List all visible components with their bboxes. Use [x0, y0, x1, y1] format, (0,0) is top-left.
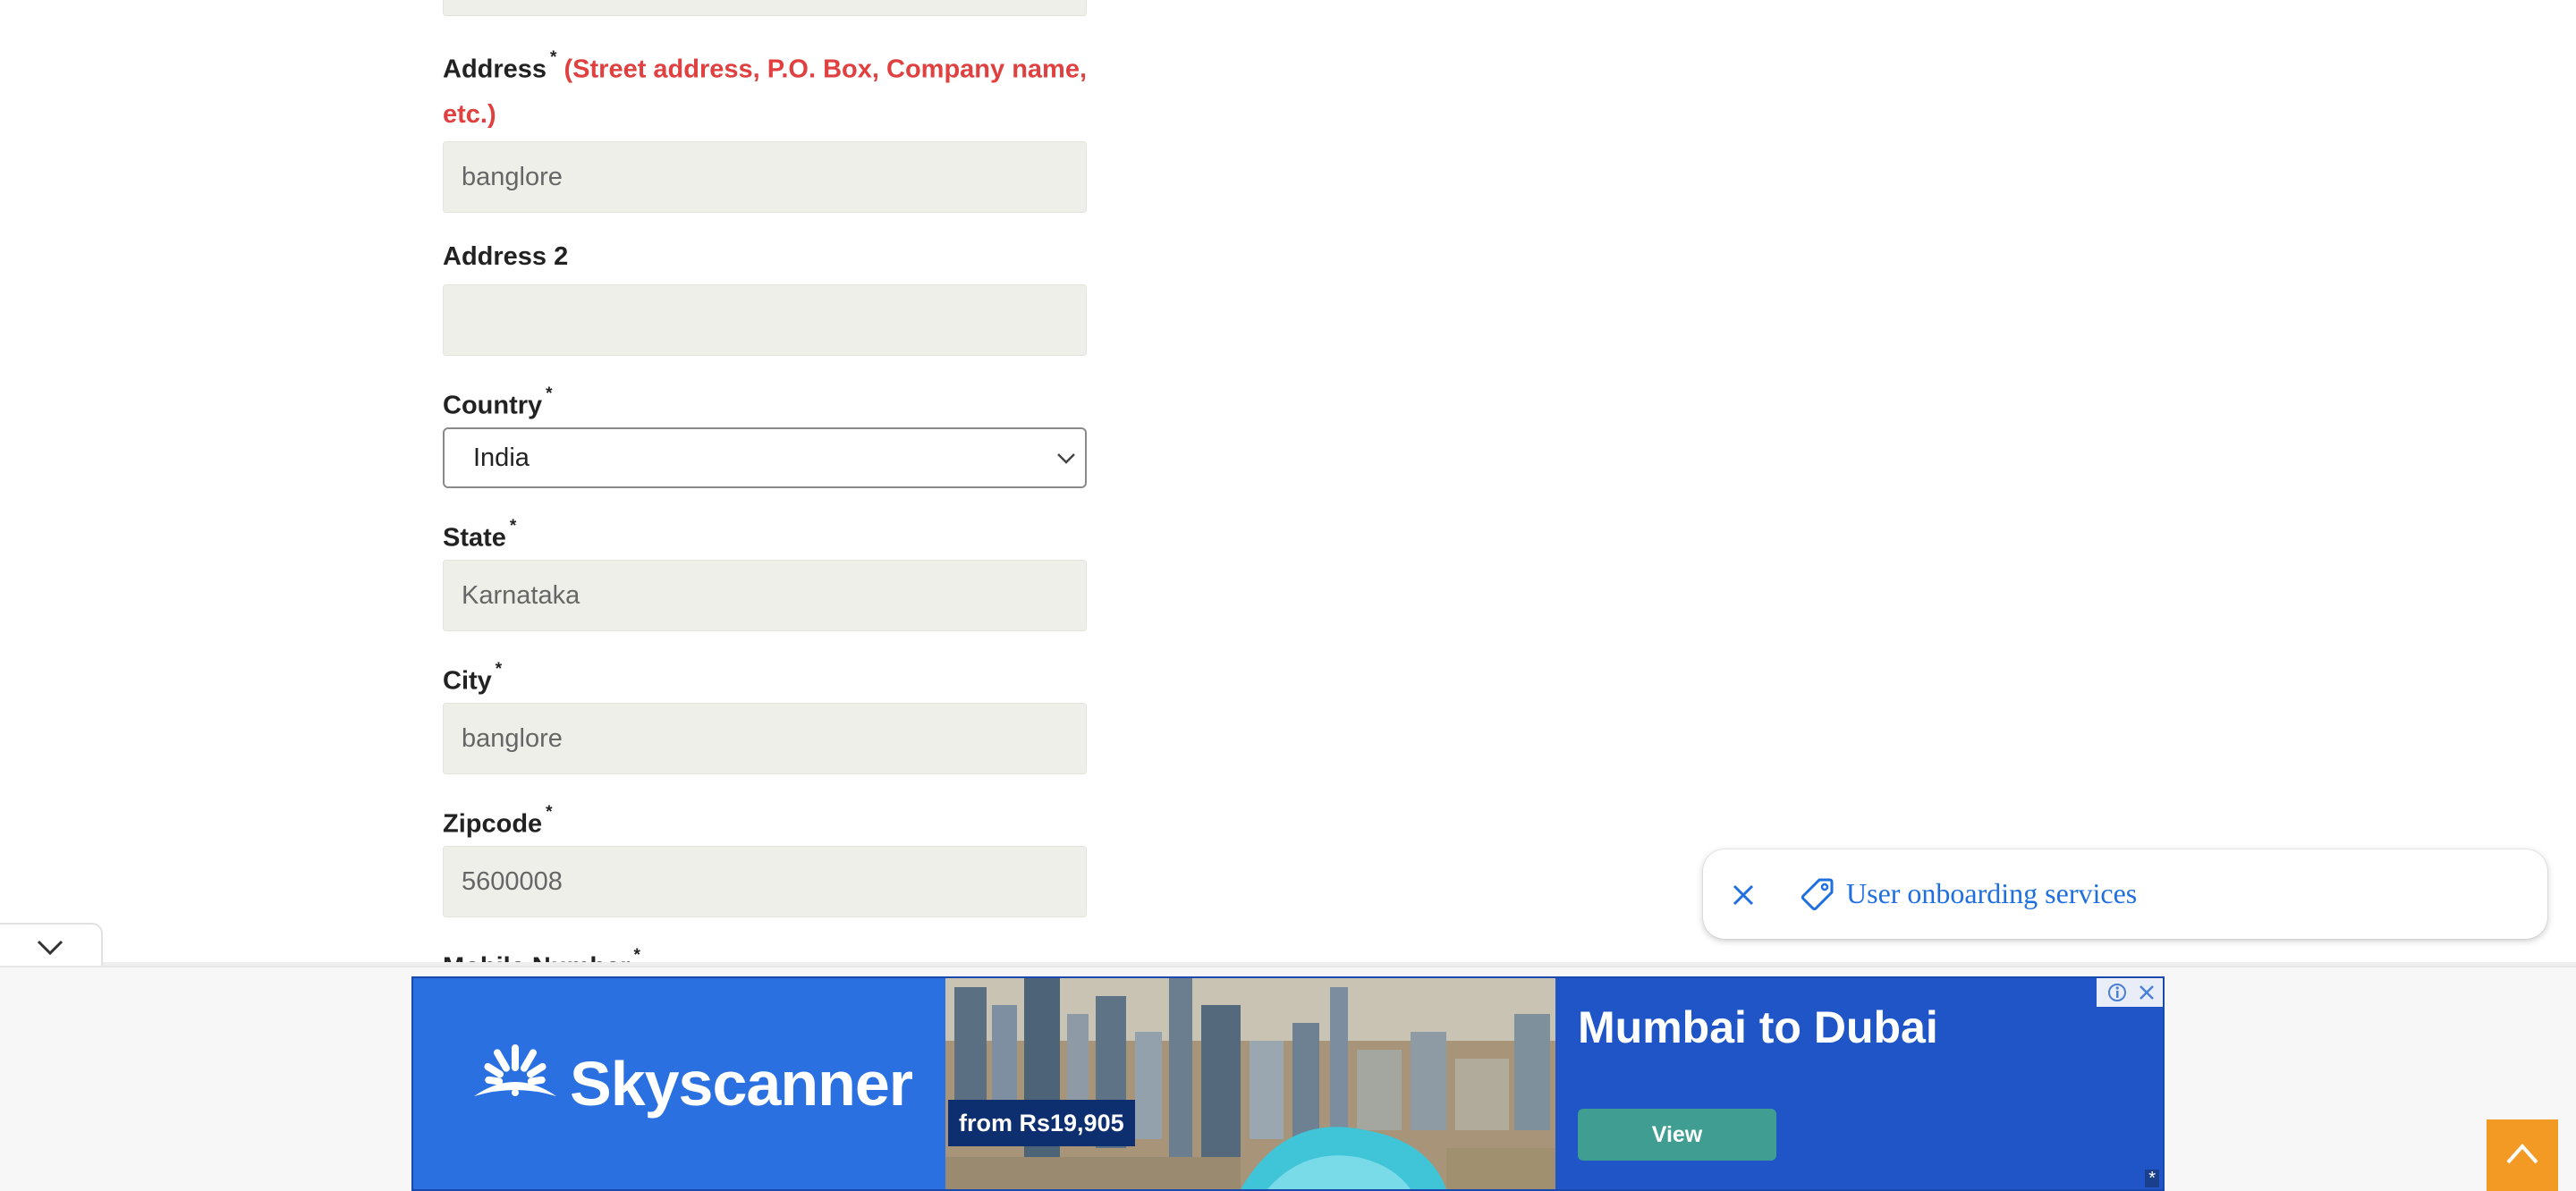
country-label-text: Country [443, 391, 543, 420]
ad-corner-mark: * [2145, 1170, 2159, 1187]
required-mark: * [546, 384, 553, 403]
tag-icon [1801, 878, 1834, 911]
state-label: State * [443, 510, 516, 561]
chevron-up-icon [2506, 1143, 2538, 1164]
ad-choices[interactable] [2097, 978, 2163, 1007]
close-icon[interactable] [2136, 982, 2157, 1003]
back-to-top-button[interactable] [2487, 1119, 2558, 1191]
zipcode-label-text: Zipcode [443, 809, 543, 839]
skyscanner-ad[interactable]: Skyscanner from Rs19,905 Mumbai to Dubai… [411, 976, 2165, 1191]
ad-headline[interactable]: Mumbai to Dubai [1578, 996, 1938, 1059]
ad-price-badge: from Rs19,905 [948, 1100, 1135, 1146]
country-select[interactable]: India [443, 427, 1087, 488]
required-mark: * [509, 517, 517, 536]
zipcode-label: Zipcode * [443, 796, 553, 847]
required-mark: * [550, 48, 557, 67]
country-label: Country * [443, 377, 553, 428]
ad-brand-name: Skyscanner [570, 1049, 913, 1119]
address-input[interactable]: banglore [443, 141, 1087, 213]
ad-brand-panel: Skyscanner [413, 978, 945, 1189]
dubai-city-photo [945, 978, 1555, 1189]
address-label-text: Address [443, 55, 547, 84]
sunrise-logo-icon [474, 1044, 556, 1096]
address-label: Address * (Street address, P.O. Box, Comp… [443, 41, 1087, 137]
city-label: City * [443, 653, 502, 704]
city-label-text: City [443, 666, 492, 696]
required-mark: * [546, 803, 553, 822]
previous-field-input[interactable] [443, 0, 1087, 16]
toast-text[interactable]: User onboarding services [1846, 873, 2137, 914]
ad-view-button[interactable]: View [1578, 1109, 1776, 1161]
address2-label: Address 2 [443, 234, 568, 279]
ad-collapse-toggle[interactable] [0, 923, 103, 967]
required-mark: * [495, 660, 503, 679]
chevron-down-icon [1057, 453, 1075, 464]
state-input[interactable]: Karnataka [443, 560, 1087, 631]
chevron-down-icon [37, 940, 64, 956]
zipcode-input[interactable]: 5600008 [443, 846, 1087, 917]
city-input[interactable]: banglore [443, 703, 1087, 774]
suggestion-toast[interactable]: User onboarding services [1703, 849, 2547, 939]
state-label-text: State [443, 523, 506, 553]
address2-label-text: Address 2 [443, 242, 569, 271]
address2-input[interactable] [443, 284, 1087, 356]
ad-choices-icon[interactable] [2104, 982, 2131, 1003]
close-icon[interactable] [1730, 882, 1757, 908]
country-selected-value: India [473, 443, 530, 472]
